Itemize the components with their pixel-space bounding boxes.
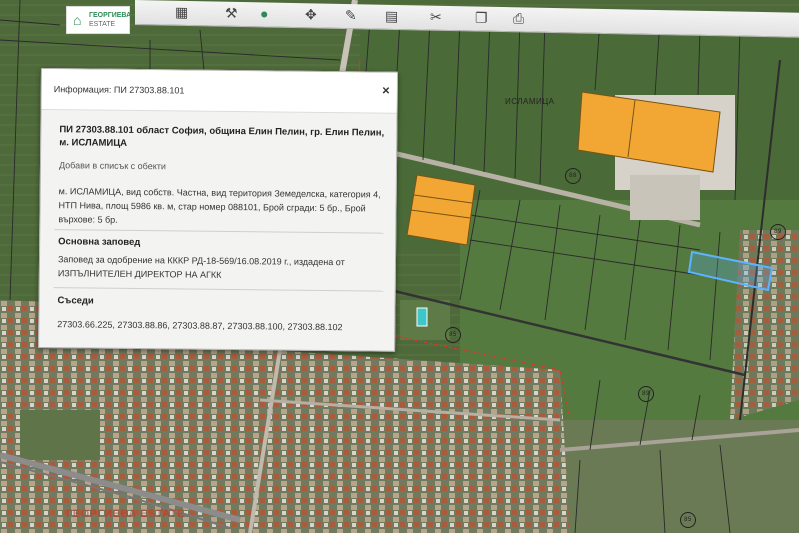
divider (53, 287, 384, 292)
measure-icon[interactable]: ✎ (345, 7, 357, 23)
neighbors-list: 27303.66.225, 27303.88.86, 27303.88.87, … (57, 319, 343, 333)
help-icon[interactable]: ❐ (475, 10, 488, 26)
locality-label: ИСЛАМИЦА (505, 97, 555, 106)
pin-icon[interactable]: ✥ (305, 6, 317, 22)
order-title: Основна заповед (58, 236, 141, 249)
order-text: Заповед за одобрение на КККР РД-18-569/1… (57, 254, 345, 280)
tools-icon[interactable]: ⚒ (225, 5, 238, 21)
road-number-badge: 85 (445, 327, 461, 343)
share-icon[interactable]: ✂ (430, 9, 442, 25)
road-number-badge: 88 (565, 168, 581, 184)
divider (54, 229, 385, 234)
estate-logo: ⌂ ГЕОРГИЕВА ESTATE (66, 6, 132, 34)
logo-line2: ESTATE (89, 21, 116, 28)
parcel-info-popup: Информация: ПИ 27303.88.101 × ПИ 27303.8… (38, 68, 398, 352)
layers-icon[interactable]: ▦ (175, 4, 188, 20)
logo-line1: ГЕОРГИЕВА (89, 12, 132, 19)
popup-title: Информация: ПИ 27303.88.101 (53, 84, 185, 96)
watermark: ГЕОРГИЕВА ESTATE (66, 508, 186, 520)
add-to-list-link[interactable]: Добави в списък с обекти (59, 160, 166, 171)
info-icon[interactable]: ● (260, 5, 268, 21)
edit-icon[interactable]: ▤ (385, 8, 398, 24)
house-icon: ⌂ (73, 12, 82, 28)
road-number-badge: 89 (770, 224, 786, 240)
road-number-badge: 85 (680, 512, 696, 528)
popup-header: Информация: ПИ 27303.88.101 × (41, 69, 397, 114)
parcel-heading: ПИ 27303.88.101 област София, община Ели… (59, 124, 385, 149)
print-icon[interactable]: ⎙ (513, 10, 524, 26)
close-icon[interactable]: × (382, 83, 390, 98)
road-number-badge: 89 (638, 386, 654, 402)
neighbors-title: Съседи (57, 295, 94, 307)
parcel-details: м. ИСЛАМИЦА, вид собств. Частна, вид тер… (58, 186, 381, 225)
